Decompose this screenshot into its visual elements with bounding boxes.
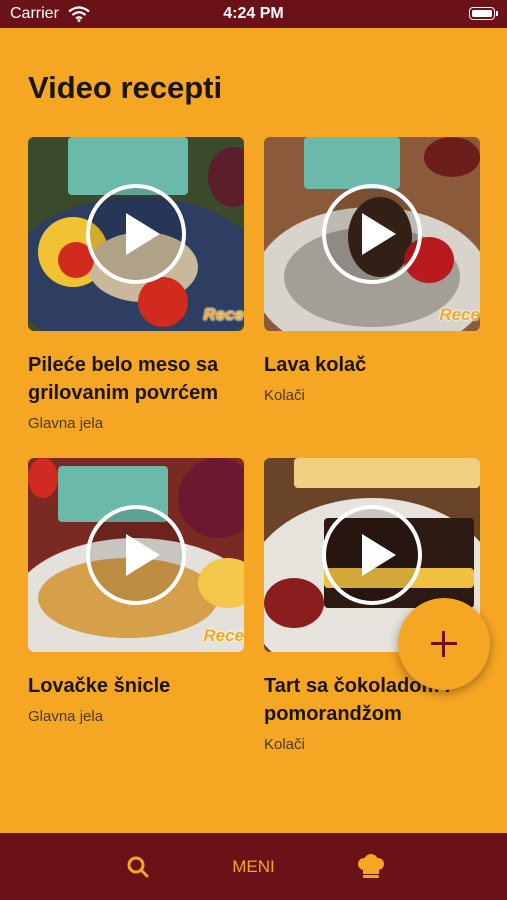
menu-tab[interactable]: MENI bbox=[0, 857, 507, 877]
battery-icon bbox=[469, 7, 498, 20]
chef-hat-icon[interactable] bbox=[356, 853, 386, 881]
play-icon[interactable] bbox=[86, 184, 186, 284]
recipe-title: Pileće belo meso sa grilovanim povrćem bbox=[28, 354, 219, 404]
play-icon[interactable] bbox=[322, 505, 422, 605]
page-title: Video recepti bbox=[28, 70, 223, 105]
watermark-logo: Rece bbox=[439, 305, 480, 324]
recipe-title: Lovačke šnicle bbox=[28, 675, 171, 697]
status-time: 4:24 PM bbox=[223, 5, 284, 22]
watermark-logo: Rece bbox=[203, 305, 244, 324]
recipe-category: Glavna jela bbox=[28, 415, 104, 432]
add-button[interactable] bbox=[398, 598, 490, 690]
video-thumbnail[interactable]: Rece bbox=[28, 137, 244, 331]
recipe-card[interactable]: Rece Lava kolač Kolači bbox=[264, 137, 480, 404]
video-thumbnail[interactable]: Rece bbox=[264, 137, 480, 331]
recipe-title: Lava kolač bbox=[264, 354, 367, 376]
recipe-category: Kolači bbox=[264, 387, 305, 404]
bottom-nav: MENI bbox=[0, 833, 507, 900]
status-bar: Carrier 4:24 PM bbox=[0, 0, 507, 28]
recipe-card[interactable]: Rece Pileće belo meso sa grilovanim povr… bbox=[28, 137, 244, 432]
play-icon[interactable] bbox=[86, 505, 186, 605]
play-icon[interactable] bbox=[322, 184, 422, 284]
recipe-category: Glavna jela bbox=[28, 708, 104, 725]
recipe-category: Kolači bbox=[264, 736, 305, 753]
video-thumbnail[interactable]: Rece bbox=[28, 458, 244, 652]
watermark-logo: Rece bbox=[203, 626, 244, 645]
recipe-card[interactable]: Rece Lovačke šnicle Glavna jela bbox=[28, 458, 244, 725]
